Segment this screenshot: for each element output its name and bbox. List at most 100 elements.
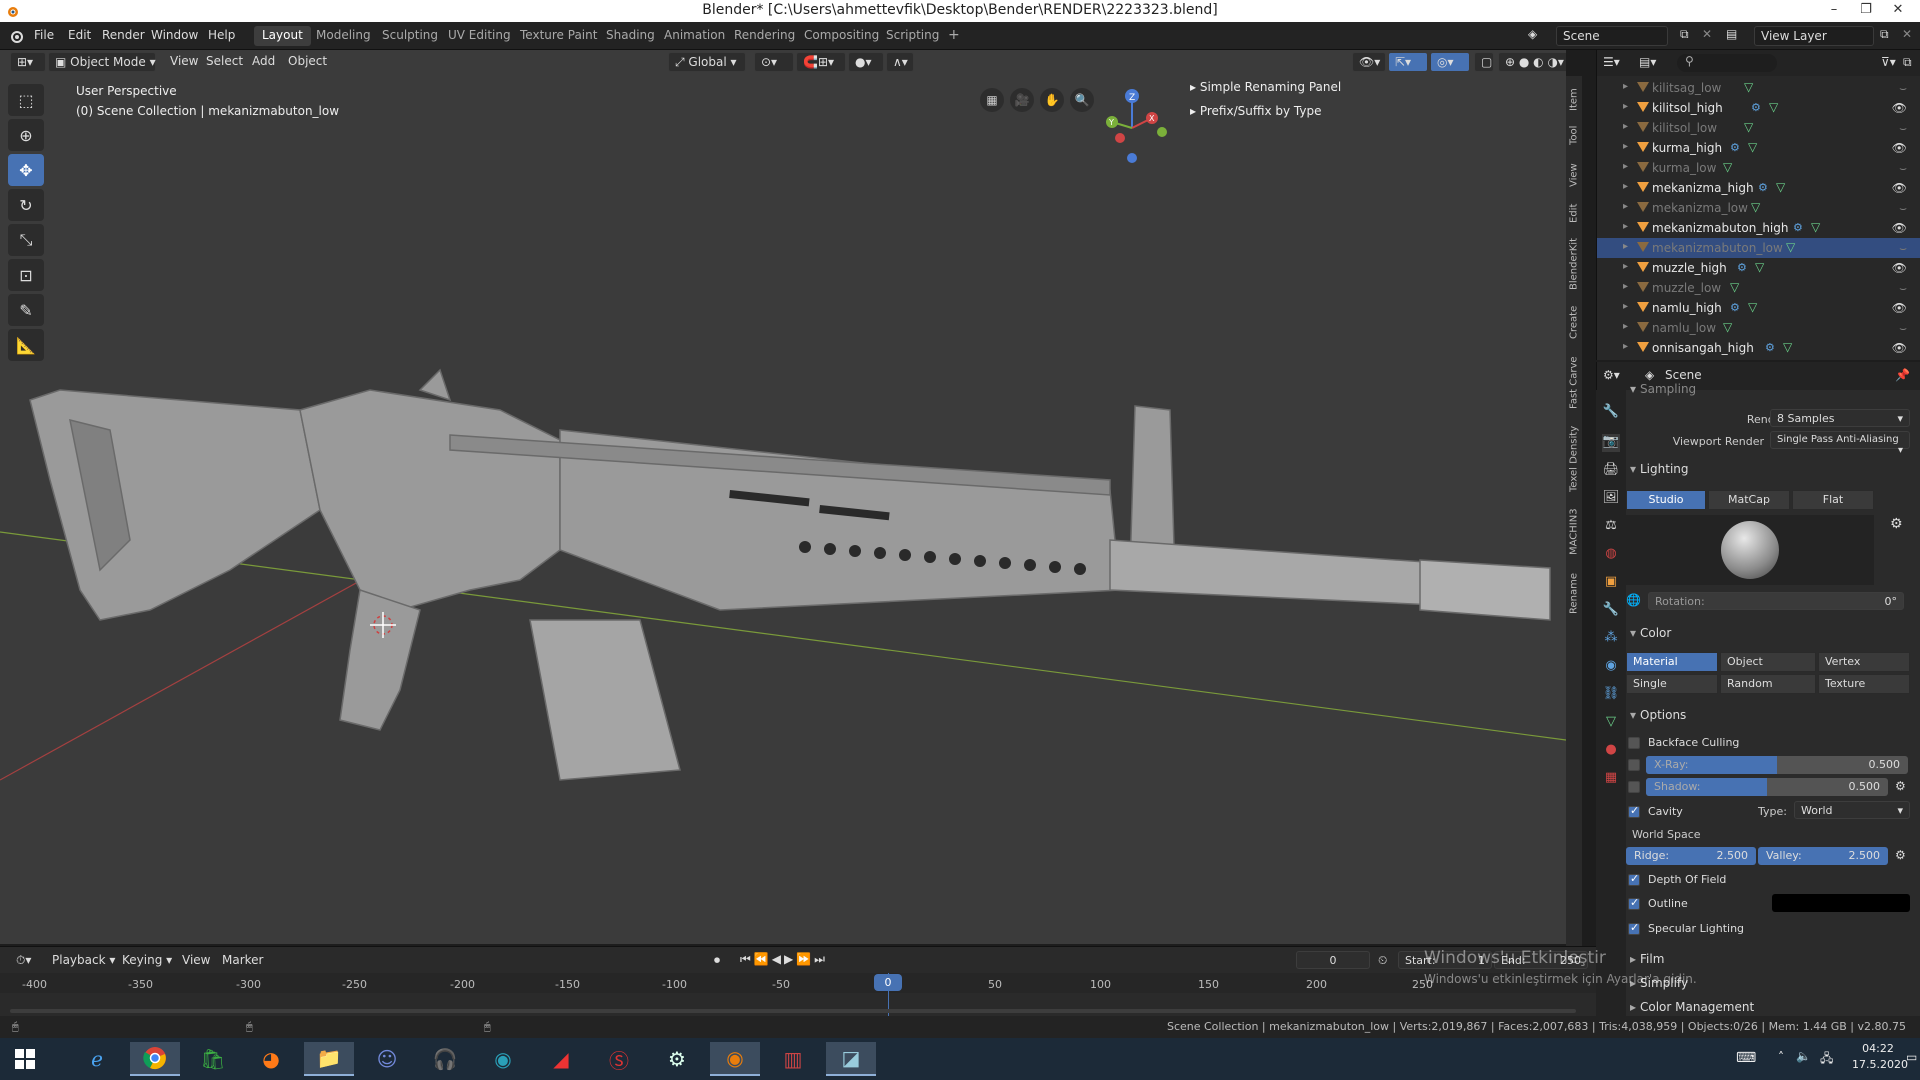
minimize-button[interactable]: – <box>1820 0 1848 22</box>
outliner-item[interactable]: ▸ muzzle_high ⚙ ▽ 👁 <box>1597 258 1920 278</box>
winrar-icon[interactable]: ▥ <box>768 1042 818 1076</box>
sampling-section-header[interactable]: ▾ Sampling <box>1630 382 1696 396</box>
tab-tool[interactable]: Tool <box>1566 120 1582 150</box>
color-section-header[interactable]: ▾ Color <box>1630 626 1671 640</box>
output-properties-icon[interactable]: 🖨 <box>1602 462 1620 480</box>
eye-icon[interactable]: 👁 <box>1892 301 1907 315</box>
viewport-menu-object[interactable]: Object <box>282 52 333 72</box>
tab-blenderkit[interactable]: BlenderKit <box>1566 234 1582 294</box>
material-properties-icon[interactable]: ● <box>1602 742 1620 760</box>
color-object-button[interactable]: Object <box>1720 652 1816 672</box>
menu-edit[interactable]: Edit <box>68 28 91 42</box>
mesh-data-icon[interactable]: ▽ <box>1748 300 1757 314</box>
remove-scene-icon[interactable]: ✕ <box>1702 27 1712 41</box>
depth-of-field-checkbox[interactable] <box>1628 872 1640 886</box>
specular-lighting-checkbox[interactable] <box>1628 921 1640 935</box>
tab-compositing[interactable]: Compositing <box>796 26 887 46</box>
scene-properties-icon[interactable]: ⚖ <box>1602 518 1620 536</box>
render-samples-select[interactable]: 8 Samples ▾ <box>1770 409 1910 427</box>
outliner-item[interactable]: ▸ mekanizma_high ⚙ ▽ 👁 <box>1597 178 1920 198</box>
headphones-app-icon[interactable]: 🎧 <box>420 1042 470 1076</box>
tab-edit[interactable]: Edit <box>1566 198 1582 228</box>
viewport-menu-select[interactable]: Select <box>200 52 249 72</box>
lighting-matcap-button[interactable]: MatCap <box>1708 490 1790 510</box>
menu-file[interactable]: File <box>34 28 54 42</box>
remove-view-layer-icon[interactable]: ✕ <box>1902 27 1912 41</box>
outliner-item[interactable]: ▸ onnisangah_high ⚙ ▽ 👁 <box>1597 338 1920 358</box>
3d-viewport[interactable]: ⊞▾ ▣ Object Mode ▾ View Select Add Objec… <box>0 50 1566 944</box>
cursor-tool-icon[interactable]: ⊕ <box>8 119 44 151</box>
menu-help[interactable]: Help <box>208 28 235 42</box>
internet-explorer-icon[interactable]: ℯ <box>72 1042 122 1076</box>
tab-fast-carve[interactable]: Fast Carve <box>1566 350 1582 416</box>
mesh-data-icon[interactable]: ▽ <box>1769 100 1778 114</box>
eye-icon[interactable]: 👁 <box>1892 341 1907 355</box>
world-space-lighting-icon[interactable]: 🌐 <box>1626 593 1641 607</box>
gizmo-neg-y[interactable] <box>1157 127 1167 137</box>
close-button[interactable]: ✕ <box>1884 0 1912 22</box>
view-layer-properties-icon[interactable]: 🖼 <box>1602 490 1620 508</box>
visibility-button[interactable]: 👁▾ <box>1352 52 1386 72</box>
xray-checkbox[interactable] <box>1628 759 1640 771</box>
timeline-menu-marker[interactable]: Marker <box>216 951 269 971</box>
proportional-editing-button[interactable]: ●▾ <box>848 52 884 72</box>
outliner-item[interactable]: ▸ kilitsol_high ⚙ ▽ 👁 <box>1597 98 1920 118</box>
outliner-search-input[interactable]: ⚲ <box>1677 54 1777 72</box>
shadow-checkbox[interactable] <box>1628 781 1640 793</box>
windows-start-icon[interactable] <box>0 1042 50 1076</box>
record-icon[interactable]: ⏺ <box>714 953 720 968</box>
tab-layout[interactable]: Layout <box>254 26 311 46</box>
outliner-item[interactable]: ▸ mekanizmabuton_low ▽ ⌣ <box>1597 238 1920 258</box>
simple-renaming-panel[interactable]: ▸ Simple Renaming Panel <box>1190 80 1341 94</box>
shadow-slider[interactable]: Shadow: 0.500 <box>1646 778 1888 796</box>
add-workspace-button[interactable]: + <box>940 25 968 45</box>
cavity-settings-icon[interactable]: ⚙ <box>1895 848 1906 862</box>
tab-shading[interactable]: Shading <box>598 26 663 46</box>
timeline-menu-view[interactable]: View <box>176 951 216 971</box>
timeline-menu-playback[interactable]: Playback ▾ <box>46 951 121 971</box>
color-vertex-button[interactable]: Vertex <box>1818 652 1910 672</box>
camera-view-icon[interactable]: 🎥 <box>1010 88 1034 112</box>
app-red-icon[interactable]: Ⓢ <box>594 1042 644 1076</box>
modifier-icon[interactable]: ⚙ <box>1758 181 1768 194</box>
studio-light-preview[interactable] <box>1626 515 1874 585</box>
modifier-properties-icon[interactable]: 🔧 <box>1602 602 1620 620</box>
lighting-flat-button[interactable]: Flat <box>1792 490 1874 510</box>
expand-arrow-icon[interactable]: ▸ <box>1623 81 1628 92</box>
outliner-item[interactable]: ▸ kilitsol_low ▽ ⌣ <box>1597 118 1920 138</box>
eye-icon[interactable]: 👁 <box>1892 261 1907 275</box>
tab-view[interactable]: View <box>1566 158 1582 192</box>
tab-animation[interactable]: Animation <box>656 26 733 46</box>
texture-properties-icon[interactable]: ▦ <box>1602 770 1620 788</box>
tool-settings-icon[interactable]: 🔧 <box>1602 404 1620 422</box>
transform-orientation-selector[interactable]: ⤢ Global ▾ <box>668 52 746 72</box>
ridge-field[interactable]: Ridge: 2.500 <box>1626 847 1756 865</box>
lighting-studio-button[interactable]: Studio <box>1626 490 1706 510</box>
preview-range-icon[interactable]: ⏲ <box>1378 953 1387 968</box>
filter-icon[interactable]: ⊽▾ <box>1881 55 1896 69</box>
clock-date[interactable]: 17.5.2020 <box>1852 1058 1908 1071</box>
options-section-header[interactable]: ▾ Options <box>1630 708 1686 722</box>
mesh-data-icon[interactable]: ▽ <box>1755 260 1764 274</box>
mesh-data-icon[interactable]: ▽ <box>1748 140 1757 154</box>
tab-machin3[interactable]: MACHIN3 <box>1566 502 1582 562</box>
volume-icon[interactable]: 🔈 <box>1796 1049 1811 1063</box>
modifier-icon[interactable]: ⚙ <box>1793 221 1803 234</box>
app-blue-icon[interactable]: ◪ <box>826 1042 876 1076</box>
mesh-data-icon[interactable]: ▽ <box>1723 320 1732 334</box>
eye-icon[interactable]: 👁 <box>1892 101 1907 115</box>
eye-icon[interactable]: 👁 <box>1892 221 1907 235</box>
expand-arrow-icon[interactable]: ▸ <box>1623 101 1628 112</box>
viewport-menu-add[interactable]: Add <box>246 52 281 72</box>
mesh-data-icon[interactable]: ▽ <box>1730 280 1739 294</box>
keyboard-icon[interactable]: ⌨ <box>1736 1050 1756 1066</box>
view-layer-selector[interactable]: View Layer <box>1754 26 1874 46</box>
mode-selector[interactable]: ▣ Object Mode ▾ <box>48 52 156 72</box>
tab-texel-density[interactable]: Texel Density <box>1566 422 1582 496</box>
xray-toggle-button[interactable]: ▢ <box>1474 52 1494 72</box>
tab-item[interactable]: Item <box>1566 84 1582 116</box>
tab-create[interactable]: Create <box>1566 300 1582 344</box>
tray-chevron-icon[interactable]: ˄ <box>1778 1050 1784 1064</box>
modifier-icon[interactable]: ⚙ <box>1730 301 1740 314</box>
cavity-checkbox[interactable] <box>1628 804 1640 818</box>
